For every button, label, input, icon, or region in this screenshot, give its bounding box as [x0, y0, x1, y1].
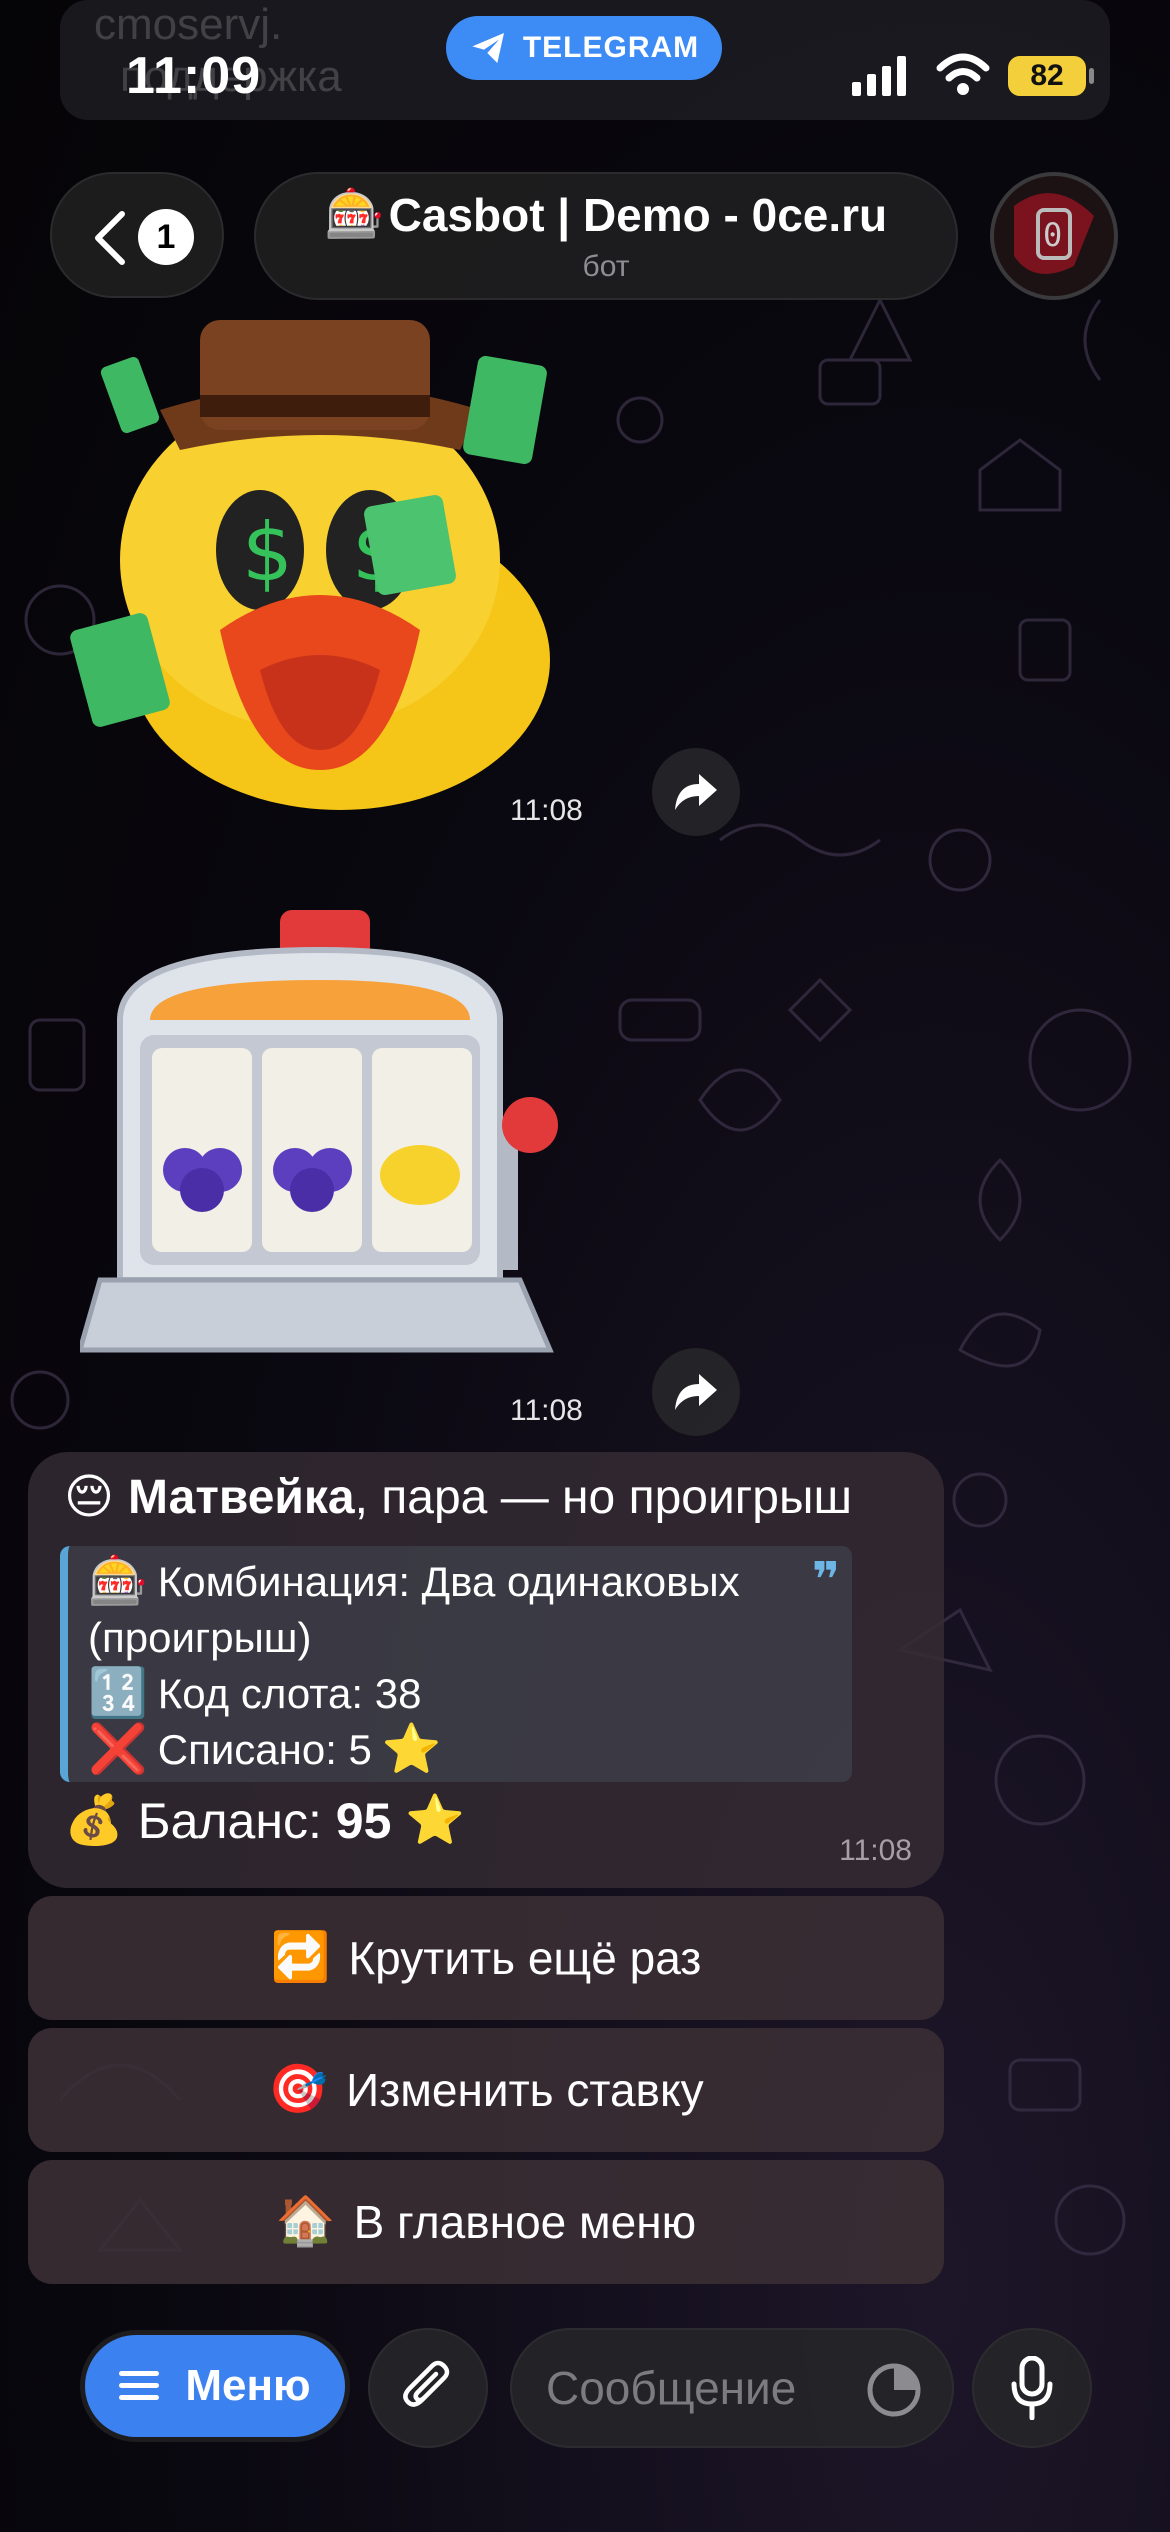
chat-title-pill[interactable]: 🎰 Casbot | Demo - 0ce.ru бот [254, 172, 958, 300]
result-text: , пара — но проигрыш [354, 1471, 852, 1524]
battery-tip [1089, 68, 1094, 84]
result-message[interactable]: 😔 Матвейка, пара — но проигрыш ❞ 🎰 Комби… [28, 1452, 944, 1888]
duck-money-sticker[interactable]: $ $ [70, 300, 590, 820]
status-time: 11:09 [126, 47, 262, 105]
balance-label: Баланс: [137, 1793, 336, 1849]
menu-label: Меню [185, 2361, 311, 2410]
paperclip-icon [403, 2360, 450, 2407]
chat-title: Casbot | Demo - 0ce.ru [388, 189, 888, 241]
paper-plane-icon [472, 33, 504, 63]
telegram-pill-label: TELEGRAM [522, 31, 700, 64]
menu-lines-icon [119, 2371, 160, 2400]
bot-menu-button[interactable]: Меню [80, 2330, 350, 2442]
message-time: 11:08 [839, 1834, 912, 1867]
share-button-1[interactable] [652, 748, 740, 836]
repeat-icon: 🔁 [270, 1931, 331, 1984]
chat-subtitle: бот [582, 250, 630, 283]
target-icon: 🎯 [268, 2063, 329, 2116]
attach-button[interactable] [368, 2328, 488, 2448]
slot-machine-sticker[interactable] [80, 900, 580, 1390]
star-icon: ⭐ [381, 1723, 442, 1776]
main-menu-label: В главное меню [353, 2196, 697, 2248]
telegram-pill[interactable]: TELEGRAM [446, 16, 722, 80]
cross-icon: ❌ [88, 1723, 148, 1776]
chevron-left-icon [95, 211, 125, 265]
main-menu-button[interactable]: 🏠 В главное меню [28, 2160, 944, 2284]
sad-face-icon: 😔 [64, 1470, 115, 1524]
sticker2-time: 11:08 [510, 1394, 583, 1427]
change-bet-label: Изменить ставку [346, 2064, 704, 2116]
result-headline: 😔 Матвейка, пара — но проигрыш [64, 1470, 852, 1525]
balance-line: 💰 Баланс: 95 ⭐ [64, 1792, 465, 1850]
quote-line: 🎰 Комбинация: Два одинаковых [88, 1555, 740, 1608]
balance-value: 95 [335, 1793, 392, 1849]
share-arrow-icon [675, 774, 717, 810]
svg-text:$: $ [242, 506, 293, 599]
bot-avatar[interactable]: 0 [990, 172, 1118, 300]
signal-icon [852, 56, 906, 96]
sticker1-time: 11:08 [510, 794, 583, 827]
voice-button[interactable] [972, 2328, 1092, 2448]
share-button-2[interactable] [652, 1348, 740, 1436]
back-button[interactable]: 1 [50, 172, 224, 298]
quote-mark-icon: ❞ [811, 1554, 840, 1607]
share-arrow-icon [675, 1374, 717, 1410]
battery-indicator: 82 [1008, 56, 1086, 96]
money-bag-icon: 💰 [64, 1794, 124, 1847]
unread-count-badge: 1 [138, 209, 194, 265]
star-icon: ⭐ [405, 1794, 466, 1847]
microphone-icon [1011, 2356, 1053, 2420]
message-placeholder: Сообщение [546, 2362, 797, 2414]
slot-machine-icon: 🎰 [324, 188, 385, 241]
quote-line: ❌ Списано: 5 ⭐ [88, 1723, 442, 1776]
house-icon: 🏠 [275, 2195, 336, 2248]
ghost-line-1: cmoservj. [94, 0, 283, 49]
numbers-icon: 🔢 [88, 1667, 148, 1720]
wifi-icon [936, 53, 990, 95]
result-quote: ❞ 🎰 Комбинация: Два одинаковых (проигрыш… [60, 1546, 852, 1782]
message-input[interactable]: Сообщение [510, 2328, 954, 2448]
avatar-glyph: 0 [1043, 216, 1063, 254]
slot-machine-icon: 🎰 [88, 1555, 148, 1608]
player-name: Матвейка [128, 1471, 355, 1524]
spin-again-button[interactable]: 🔁 Крутить ещё раз [28, 1896, 944, 2020]
spin-again-label: Крутить ещё раз [348, 1932, 702, 1984]
change-bet-button[interactable]: 🎯 Изменить ставку [28, 2028, 944, 2152]
sticker-clock-icon[interactable] [864, 2360, 924, 2420]
quote-line: (проигрыш) [88, 1614, 312, 1661]
quote-line: 🔢 Код слота: 38 [88, 1667, 422, 1720]
